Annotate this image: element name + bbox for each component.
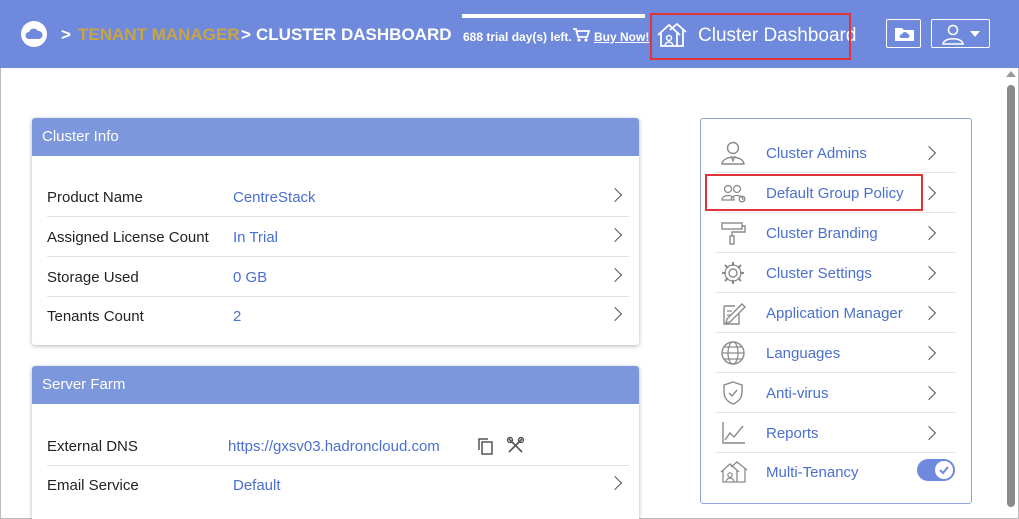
menu-item-anti-virus[interactable]: Anti-virus xyxy=(715,373,956,413)
chevron-right-icon[interactable] xyxy=(607,306,623,322)
row-value[interactable]: CentreStack xyxy=(233,189,316,206)
menu-item-label: Languages xyxy=(766,345,841,362)
menu-item-application-manager[interactable]: Application Manager xyxy=(715,293,956,333)
chevron-right-icon xyxy=(921,345,937,361)
row-label: Storage Used xyxy=(47,269,139,286)
chevron-right-icon[interactable] xyxy=(607,267,623,283)
folder-cloud-icon xyxy=(895,28,914,41)
user-menu-button[interactable] xyxy=(931,19,990,48)
cluster-info-title: Cluster Info xyxy=(32,118,639,156)
paint-roller-icon xyxy=(721,222,746,245)
menu-item-languages[interactable]: Languages xyxy=(715,333,956,373)
chevron-right-icon xyxy=(921,265,937,281)
chevron-right-icon xyxy=(921,185,937,201)
user-icon xyxy=(942,24,964,45)
copy-icon[interactable] xyxy=(477,437,494,456)
admin-user-icon xyxy=(721,141,745,165)
menu-item-label: Application Manager xyxy=(766,305,903,322)
breadcrumb-separator: > xyxy=(241,25,251,44)
trial-progress-line xyxy=(462,14,645,18)
info-row-tenants-count[interactable]: Tenants Count 2 xyxy=(47,296,629,336)
menu-item-cluster-branding[interactable]: Cluster Branding xyxy=(715,213,956,253)
cluster-info-card: Cluster Info Product Name CentreStack As… xyxy=(32,118,639,345)
globe-icon xyxy=(721,341,745,365)
row-value[interactable]: Default xyxy=(233,477,281,494)
multi-tenancy-toggle[interactable] xyxy=(917,459,955,481)
tools-icon[interactable] xyxy=(506,436,525,455)
info-row-product-name[interactable]: Product Name CentreStack xyxy=(47,177,629,217)
app-manager-icon xyxy=(723,303,746,325)
breadcrumb-separator: > xyxy=(61,25,71,44)
shield-icon xyxy=(723,381,743,405)
dashboard-highlight-box xyxy=(650,13,851,60)
trial-days-text: 688 trial day(s) left. xyxy=(463,30,572,44)
row-value[interactable]: In Trial xyxy=(233,229,278,246)
toggle-knob xyxy=(935,461,953,479)
menu-item-cluster-admins[interactable]: Cluster Admins xyxy=(715,133,956,173)
cloud-logo-icon[interactable] xyxy=(21,21,47,47)
info-row-storage-used[interactable]: Storage Used 0 GB xyxy=(47,257,629,297)
menu-item-label: Reports xyxy=(766,425,819,442)
multi-tenancy-icon xyxy=(720,461,748,483)
menu-item-label: Cluster Settings xyxy=(766,265,872,282)
row-value[interactable]: 2 xyxy=(233,308,241,325)
chevron-right-icon xyxy=(921,425,937,441)
row-label: Product Name xyxy=(47,189,143,206)
chevron-right-icon xyxy=(921,225,937,241)
farm-row-email-service[interactable]: Email Service Default xyxy=(47,465,629,505)
farm-row-external-dns[interactable]: External DNS https://gxsv03.hadroncloud.… xyxy=(47,426,629,466)
chevron-right-icon[interactable] xyxy=(607,475,623,491)
row-value[interactable]: https://gxsv03.hadroncloud.com xyxy=(228,438,440,455)
info-row-license-count[interactable]: Assigned License Count In Trial xyxy=(47,217,629,257)
group-policy-highlight-box xyxy=(705,174,923,211)
chevron-down-icon xyxy=(970,31,980,37)
server-farm-card: Server Farm External DNS https://gxsv03.… xyxy=(32,366,639,519)
row-label: External DNS xyxy=(47,438,138,455)
chevron-right-icon[interactable] xyxy=(607,227,623,243)
chevron-right-icon xyxy=(921,145,937,161)
row-value[interactable]: 0 GB xyxy=(233,269,267,286)
menu-item-cluster-settings[interactable]: Cluster Settings xyxy=(715,253,956,293)
server-farm-title: Server Farm xyxy=(32,366,639,404)
menu-item-label: Multi-Tenancy xyxy=(766,464,859,481)
scrollbar-thumb[interactable] xyxy=(1007,85,1015,507)
buy-now-link[interactable]: Buy Now! xyxy=(594,30,649,44)
check-icon xyxy=(939,466,949,475)
breadcrumb-tenant-manager[interactable]: TENANT MANAGER xyxy=(78,25,240,45)
chevron-right-icon xyxy=(921,305,937,321)
row-label: Assigned License Count xyxy=(47,229,209,246)
menu-item-label: Cluster Branding xyxy=(766,225,878,242)
folder-button[interactable] xyxy=(886,19,921,48)
chevron-right-icon xyxy=(921,385,937,401)
scroll-up-arrow-icon[interactable] xyxy=(1006,71,1016,77)
menu-item-reports[interactable]: Reports xyxy=(715,413,956,453)
breadcrumb-current: CLUSTER DASHBOARD xyxy=(256,25,452,44)
top-bar: > TENANT MANAGER > CLUSTER DASHBOARD 688… xyxy=(0,0,1019,68)
gear-icon xyxy=(722,262,744,284)
cart-icon[interactable] xyxy=(572,27,590,43)
row-label: Tenants Count xyxy=(47,308,144,325)
chart-icon xyxy=(722,422,745,444)
row-label: Email Service xyxy=(47,477,139,494)
chevron-right-icon[interactable] xyxy=(607,187,623,203)
menu-item-label: Cluster Admins xyxy=(766,145,867,162)
menu-item-label: Anti-virus xyxy=(766,385,829,402)
